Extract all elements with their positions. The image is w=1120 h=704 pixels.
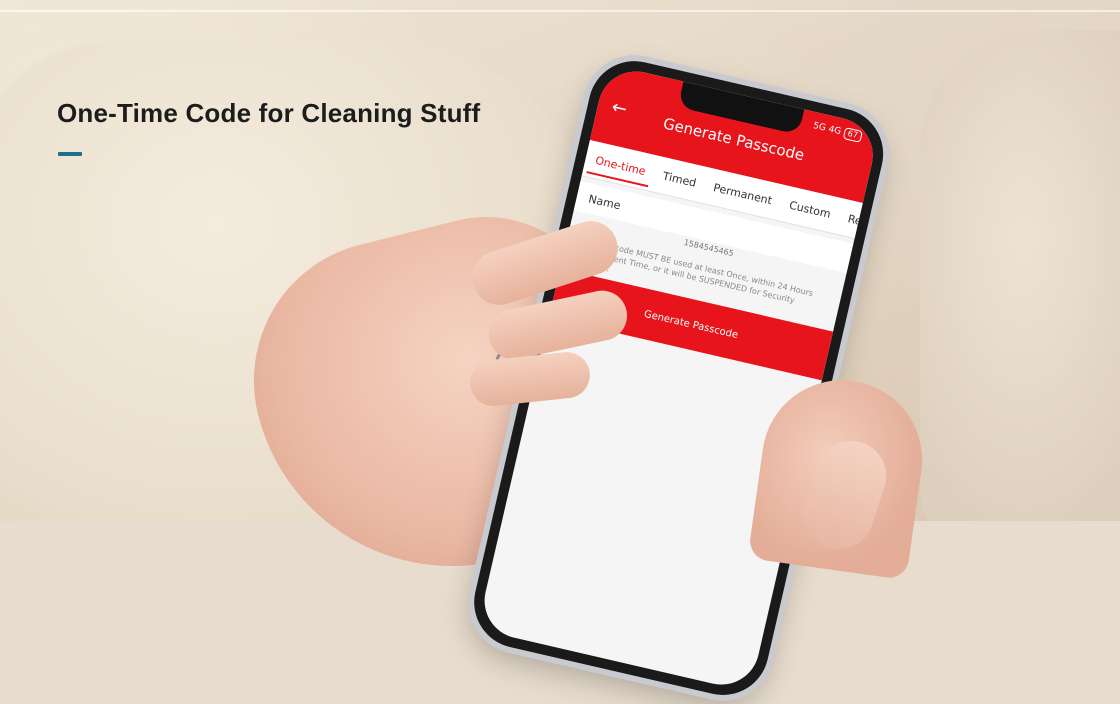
sofa-armrest	[920, 30, 1120, 521]
tab-timed[interactable]: Timed	[660, 161, 700, 197]
signal-icon-left: 5G	[812, 120, 827, 134]
headline-accent-bar	[58, 152, 82, 156]
tab-one-time[interactable]: One-time	[592, 146, 648, 186]
name-label: Name	[587, 191, 622, 212]
tab-custom[interactable]: Custom	[786, 190, 834, 228]
page-headline: One-Time Code for Cleaning Stuff	[57, 98, 481, 128]
signal-icon-right: 4G	[827, 124, 843, 138]
